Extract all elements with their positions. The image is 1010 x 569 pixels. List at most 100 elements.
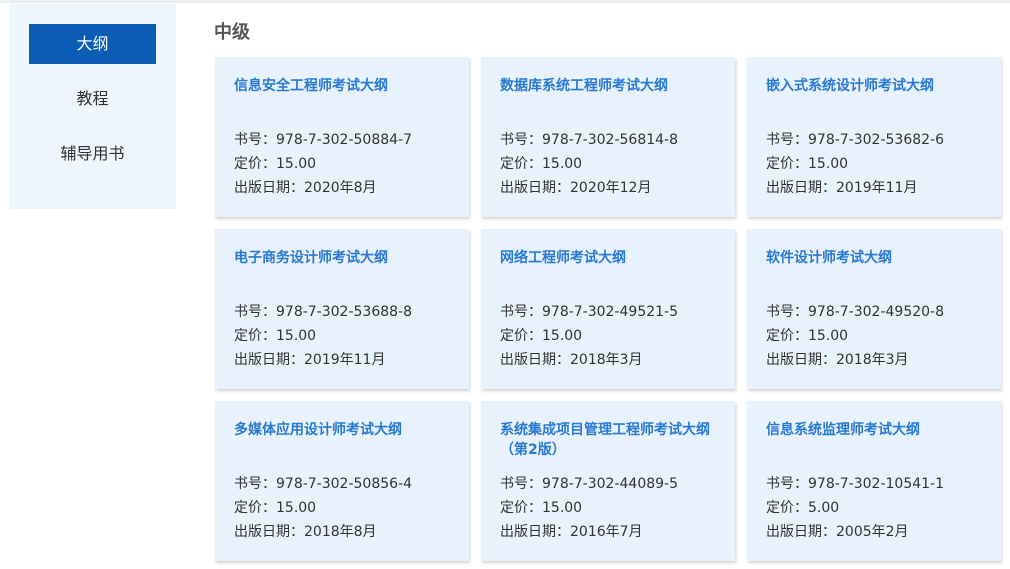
isbn-label: 书号： (234, 304, 276, 320)
isbn-line: 书号：978-7-302-49520-8 (766, 300, 983, 324)
date-label: 出版日期： (234, 352, 304, 368)
date-line: 出版日期：2016年7月 (500, 520, 717, 544)
book-info: 书号：978-7-302-50884-7 定价：15.00 出版日期：2020年… (234, 128, 451, 200)
book-info: 书号：978-7-302-10541-1 定价：5.00 出版日期：2005年2… (766, 472, 983, 544)
isbn-line: 书号：978-7-302-49521-5 (500, 300, 717, 324)
book-info: 书号：978-7-302-49520-8 定价：15.00 出版日期：2018年… (766, 300, 983, 372)
date-label: 出版日期： (500, 352, 570, 368)
book-title-link[interactable]: 嵌入式系统设计师考试大纲 (766, 76, 983, 116)
date-label: 出版日期： (766, 524, 836, 540)
book-title-link[interactable]: 信息系统监理师考试大纲 (766, 420, 983, 460)
price-value: 15.00 (542, 328, 583, 344)
book-title-link[interactable]: 系统集成项目管理工程师考试大纲（第2版） (500, 420, 717, 460)
price-value: 15.00 (276, 156, 317, 172)
isbn-label: 书号： (500, 476, 542, 492)
sidebar: 大纲 教程 辅导用书 (9, 4, 176, 209)
date-label: 出版日期： (500, 180, 570, 196)
book-info: 书号：978-7-302-50856-4 定价：15.00 出版日期：2018年… (234, 472, 451, 544)
isbn-line: 书号：978-7-302-53682-6 (766, 128, 983, 152)
date-line: 出版日期：2005年2月 (766, 520, 983, 544)
price-line: 定价：15.00 (234, 496, 451, 520)
date-value: 2018年3月 (570, 352, 643, 368)
book-card[interactable]: 网络工程师考试大纲 书号：978-7-302-49521-5 定价：15.00 … (481, 229, 735, 389)
price-value: 5.00 (808, 500, 840, 516)
book-title-link[interactable]: 软件设计师考试大纲 (766, 248, 983, 288)
book-card[interactable]: 系统集成项目管理工程师考试大纲（第2版） 书号：978-7-302-44089-… (481, 401, 735, 561)
book-title-link[interactable]: 电子商务设计师考试大纲 (234, 248, 451, 288)
isbn-value: 978-7-302-44089-5 (542, 476, 679, 492)
price-label: 定价： (234, 156, 276, 172)
price-label: 定价： (500, 328, 542, 344)
isbn-line: 书号：978-7-302-10541-1 (766, 472, 983, 496)
isbn-value: 978-7-302-10541-1 (808, 476, 945, 492)
isbn-line: 书号：978-7-302-56814-8 (500, 128, 717, 152)
isbn-label: 书号： (766, 304, 808, 320)
price-line: 定价：15.00 (766, 324, 983, 348)
book-card[interactable]: 数据库系统工程师考试大纲 书号：978-7-302-56814-8 定价：15.… (481, 57, 735, 217)
isbn-label: 书号： (234, 476, 276, 492)
price-label: 定价： (766, 156, 808, 172)
isbn-line: 书号：978-7-302-53688-8 (234, 300, 451, 324)
date-label: 出版日期： (766, 352, 836, 368)
book-card[interactable]: 信息系统监理师考试大纲 书号：978-7-302-10541-1 定价：5.00… (747, 401, 1001, 561)
price-line: 定价：15.00 (234, 324, 451, 348)
price-line: 定价：15.00 (500, 324, 717, 348)
book-title-link[interactable]: 多媒体应用设计师考试大纲 (234, 420, 451, 460)
book-card[interactable]: 嵌入式系统设计师考试大纲 书号：978-7-302-53682-6 定价：15.… (747, 57, 1001, 217)
book-card[interactable]: 软件设计师考试大纲 书号：978-7-302-49520-8 定价：15.00 … (747, 229, 1001, 389)
isbn-label: 书号： (766, 132, 808, 148)
book-info: 书号：978-7-302-44089-5 定价：15.00 出版日期：2016年… (500, 472, 717, 544)
price-value: 15.00 (276, 500, 317, 516)
price-line: 定价：15.00 (766, 152, 983, 176)
price-line: 定价：15.00 (500, 152, 717, 176)
top-divider (0, 0, 1010, 3)
sidebar-item-guide-books[interactable]: 辅导用书 (29, 134, 156, 174)
price-label: 定价： (766, 500, 808, 516)
price-label: 定价： (234, 328, 276, 344)
book-info: 书号：978-7-302-49521-5 定价：15.00 出版日期：2018年… (500, 300, 717, 372)
isbn-value: 978-7-302-56814-8 (542, 132, 679, 148)
date-value: 2020年8月 (304, 180, 377, 196)
date-value: 2019年11月 (304, 352, 386, 368)
date-line: 出版日期：2019年11月 (234, 348, 451, 372)
price-label: 定价： (234, 500, 276, 516)
sidebar-item-outline[interactable]: 大纲 (29, 24, 156, 64)
isbn-line: 书号：978-7-302-50856-4 (234, 472, 451, 496)
date-value: 2018年3月 (836, 352, 909, 368)
date-line: 出版日期：2020年8月 (234, 176, 451, 200)
isbn-label: 书号： (500, 304, 542, 320)
book-title-link[interactable]: 信息安全工程师考试大纲 (234, 76, 451, 116)
date-value: 2020年12月 (570, 180, 652, 196)
isbn-value: 978-7-302-50884-7 (276, 132, 413, 148)
book-info: 书号：978-7-302-56814-8 定价：15.00 出版日期：2020年… (500, 128, 717, 200)
isbn-line: 书号：978-7-302-50884-7 (234, 128, 451, 152)
price-value: 15.00 (542, 500, 583, 516)
price-value: 15.00 (808, 156, 849, 172)
book-info: 书号：978-7-302-53682-6 定价：15.00 出版日期：2019年… (766, 128, 983, 200)
date-line: 出版日期：2018年8月 (234, 520, 451, 544)
price-value: 15.00 (276, 328, 317, 344)
book-card[interactable]: 信息安全工程师考试大纲 书号：978-7-302-50884-7 定价：15.0… (215, 57, 469, 217)
date-value: 2016年7月 (570, 524, 643, 540)
date-line: 出版日期：2020年12月 (500, 176, 717, 200)
book-card[interactable]: 多媒体应用设计师考试大纲 书号：978-7-302-50856-4 定价：15.… (215, 401, 469, 561)
book-info: 书号：978-7-302-53688-8 定价：15.00 出版日期：2019年… (234, 300, 451, 372)
price-line: 定价：15.00 (234, 152, 451, 176)
price-label: 定价： (500, 500, 542, 516)
book-grid: 信息安全工程师考试大纲 书号：978-7-302-50884-7 定价：15.0… (215, 57, 1003, 561)
date-line: 出版日期：2018年3月 (500, 348, 717, 372)
isbn-label: 书号： (500, 132, 542, 148)
book-title-link[interactable]: 网络工程师考试大纲 (500, 248, 717, 288)
price-label: 定价： (766, 328, 808, 344)
date-line: 出版日期：2019年11月 (766, 176, 983, 200)
isbn-label: 书号： (766, 476, 808, 492)
sidebar-item-tutorial[interactable]: 教程 (29, 79, 156, 119)
price-label: 定价： (500, 156, 542, 172)
book-card[interactable]: 电子商务设计师考试大纲 书号：978-7-302-53688-8 定价：15.0… (215, 229, 469, 389)
isbn-line: 书号：978-7-302-44089-5 (500, 472, 717, 496)
date-label: 出版日期： (234, 180, 304, 196)
price-line: 定价：5.00 (766, 496, 983, 520)
section-title: 中级 (214, 22, 250, 43)
isbn-value: 978-7-302-49521-5 (542, 304, 679, 320)
book-title-link[interactable]: 数据库系统工程师考试大纲 (500, 76, 717, 116)
